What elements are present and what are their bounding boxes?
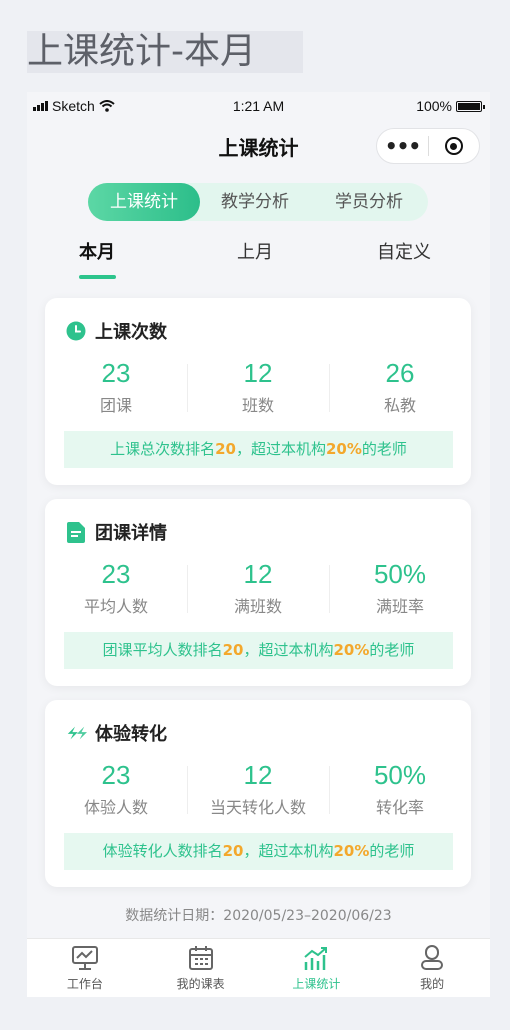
tab-label: 工作台: [66, 977, 103, 991]
stat-item: 26 私教: [329, 358, 471, 422]
stat-item: 23 体验人数: [45, 760, 187, 824]
stat-value: 23: [101, 559, 131, 589]
segment-teaching-analysis[interactable]: 教学分析: [200, 183, 310, 221]
stat-label: 班数: [241, 396, 274, 415]
stat-value: 23: [101, 358, 131, 388]
stat-item: 50% 转化率: [329, 760, 471, 824]
phone-screen: Sketch 1:21 AM 100% 上课统计 ••• 上课统计 教学分析 学…: [27, 92, 490, 997]
mini-program-capsule: •••: [376, 128, 480, 164]
stat-item: 12 班数: [187, 358, 329, 422]
stat-label: 转化率: [375, 798, 424, 817]
stat-value: 12: [243, 559, 273, 589]
calendar-icon: [188, 946, 213, 970]
stat-label: 团课: [99, 396, 132, 415]
trial-conversion-card: 体验转化 23 体验人数 12 当天转化人数 50% 转化率 体验转化人数排名20，超…: [45, 700, 471, 887]
bottom-tab-bar: 工作台 我的课表 上课统计 我的: [27, 938, 490, 997]
tab-this-month[interactable]: 本月: [79, 238, 115, 264]
card-title: 上课次数: [95, 322, 167, 343]
tab-class-stats[interactable]: 上课统计: [259, 939, 375, 997]
stat-label: 满班率: [375, 597, 424, 616]
stats-row: 23 体验人数 12 当天转化人数 50% 转化率: [45, 760, 471, 824]
trend-chart-icon: [304, 947, 328, 970]
document-icon: [65, 521, 87, 543]
ranking-banner: 体验转化人数排名20，超过本机构20%的老师: [64, 833, 453, 870]
section-segmented-control: 上课统计 教学分析 学员分析: [88, 183, 428, 221]
active-tab-indicator: [79, 275, 116, 279]
statistics-date-range: 数据统计日期：2020/05/23–2020/06/23: [125, 908, 392, 924]
battery-percent: 100%: [416, 98, 452, 114]
stat-item: 50% 满班率: [329, 559, 471, 623]
clock-icon: [65, 320, 87, 342]
page-title: 上课统计-本月: [27, 31, 303, 73]
navigation-bar: 上课统计 •••: [27, 122, 490, 168]
target-icon: [444, 137, 463, 155]
card-title: 体验转化: [95, 724, 167, 745]
stat-value: 12: [243, 760, 273, 790]
tab-label: 我的课表: [176, 977, 225, 991]
conversion-icon: [65, 722, 87, 744]
monitor-chart-icon: [71, 946, 98, 970]
close-button[interactable]: [429, 137, 479, 155]
stats-row: 23 团课 12 班数 26 私教: [45, 358, 471, 422]
segment-student-analysis[interactable]: 学员分析: [310, 183, 428, 221]
tab-mine[interactable]: 我的: [374, 939, 490, 997]
status-bar: Sketch 1:21 AM 100%: [27, 92, 490, 118]
user-icon: [421, 945, 444, 970]
stat-label: 满班数: [233, 597, 282, 616]
stat-item: 12 当天转化人数: [187, 760, 329, 824]
card-title: 团课详情: [95, 523, 167, 544]
stat-item: 23 团课: [45, 358, 187, 422]
stat-label: 私教: [383, 396, 416, 415]
stat-label: 当天转化人数: [209, 798, 306, 817]
ranking-banner: 团课平均人数排名20，超过本机构20%的老师: [64, 632, 453, 669]
period-tabs: 本月 上月 自定义: [27, 238, 490, 282]
tab-last-month[interactable]: 上月: [237, 238, 273, 264]
stat-label: 体验人数: [83, 798, 148, 817]
tab-label: 我的: [420, 977, 445, 991]
stat-value: 50%: [373, 760, 427, 790]
stat-label: 平均人数: [83, 597, 148, 616]
tab-custom[interactable]: 自定义: [377, 238, 431, 264]
tab-label: 上课统计: [292, 977, 341, 991]
group-class-detail-card: 团课详情 23 平均人数 12 满班数 50% 满班率 团课平均人数排名20，超过本机…: [45, 499, 471, 686]
segment-class-stats[interactable]: 上课统计: [88, 183, 200, 221]
stats-row: 23 平均人数 12 满班数 50% 满班率: [45, 559, 471, 623]
battery-icon: [456, 100, 485, 112]
ranking-banner: 上课总次数排名20，超过本机构20%的老师: [64, 431, 453, 468]
stat-value: 50%: [373, 559, 427, 589]
stat-item: 23 平均人数: [45, 559, 187, 623]
stat-item: 12 满班数: [187, 559, 329, 623]
tab-my-schedule[interactable]: 我的课表: [143, 939, 259, 997]
stat-value: 12: [243, 358, 273, 388]
stat-value: 23: [101, 760, 131, 790]
class-count-card: 上课次数 23 团课 12 班数 26 私教 上课总次数排名20，超过本机构20%的老…: [45, 298, 471, 485]
more-button[interactable]: •••: [377, 136, 428, 156]
tab-workbench[interactable]: 工作台: [27, 939, 143, 997]
stat-value: 26: [385, 358, 415, 388]
